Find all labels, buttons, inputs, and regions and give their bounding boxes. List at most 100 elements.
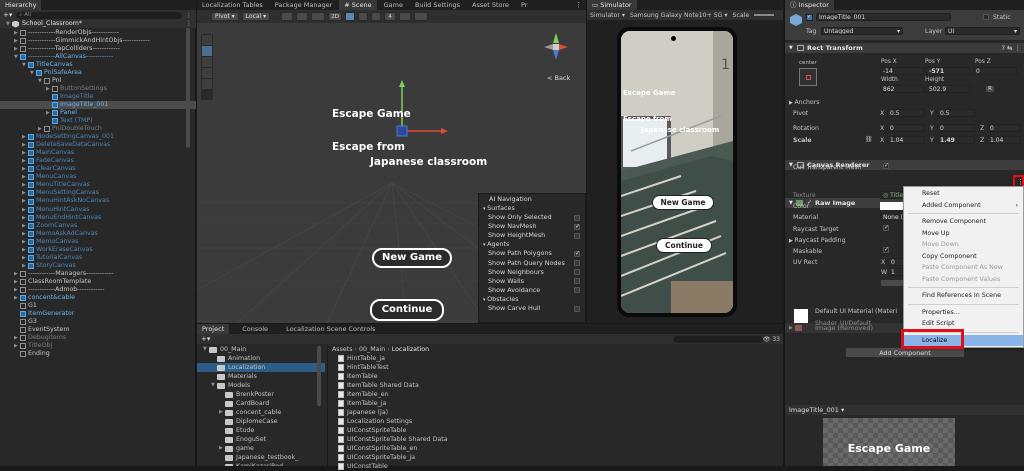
snap-increment-button[interactable] [296, 12, 309, 21]
pos-x-field[interactable]: -14 [880, 67, 924, 75]
nav-option-row[interactable]: Show Path Query Nodes [479, 259, 585, 268]
nav-option-checkbox[interactable] [574, 278, 580, 285]
file-row[interactable]: UIConstSpriteTable_ja [338, 453, 783, 462]
scene-menu-icon[interactable]: ⋮ [186, 20, 192, 28]
hierarchy-row[interactable]: ▼ Pnl [0, 77, 196, 85]
phone-screen[interactable]: 1 Escape Game Escape from Japanese class… [621, 31, 733, 313]
file-row[interactable]: ItemTable_ja [338, 399, 783, 408]
file-row[interactable]: ItemTable Shared Data [338, 381, 783, 390]
nav-option-checkbox[interactable] [574, 269, 580, 276]
object-name-field[interactable]: ImageTitle_001 [816, 13, 951, 21]
hierarchy-row[interactable]: ▼ TitleCanvas [0, 61, 196, 69]
anchor-preset-button[interactable] [799, 68, 817, 86]
back-view-label[interactable]: < Back [547, 74, 570, 82]
file-row[interactable]: HintTableTest [338, 363, 783, 372]
hierarchy-row[interactable]: ▶ ------------Managers------------ [0, 270, 196, 278]
hierarchy-row[interactable]: ▶ MenuCanvas [0, 173, 196, 181]
tab-project-2[interactable]: Localization Scene Controls [281, 324, 380, 334]
tab-project-1[interactable]: Console [237, 324, 273, 334]
raw-edit-button[interactable]: R [985, 85, 995, 93]
hierarchy-row[interactable]: ▶ PnlDoubleTouch [0, 125, 196, 133]
hierarchy-row[interactable]: ▶ DeleteSaveDataCanvas [0, 141, 196, 149]
hierarchy-row[interactable]: ▶ FadeCanvas [0, 157, 196, 165]
folder-row[interactable]: BrenkPoster [197, 390, 325, 399]
hierarchy-row[interactable]: ▶ ButtonSettings [0, 85, 196, 93]
gizmos-toggle-icon[interactable] [414, 12, 429, 21]
hierarchy-row[interactable]: ▼ PnlSafeArea [0, 69, 196, 77]
file-row[interactable]: UIConstSpriteTable_en [338, 444, 783, 453]
nav-option-checkbox[interactable] [574, 232, 580, 239]
scale-z-field[interactable]: 1.04 [987, 136, 1021, 144]
sim-continue-button[interactable]: Continue [656, 238, 712, 253]
anchors-row[interactable]: ▶ Anchors [789, 99, 819, 106]
static-checkbox[interactable] [983, 14, 989, 22]
hierarchy-row[interactable]: ▶ MemoCanvas [0, 238, 196, 246]
tab-scene-1[interactable]: Package Manager [270, 0, 338, 10]
folder-row[interactable]: Etude [197, 426, 325, 435]
menu-item-find-references-in-scene[interactable]: Find References In Scene [904, 290, 1023, 302]
file-row[interactable]: UIConstTable [338, 462, 783, 471]
menu-item-added-component[interactable]: Added Component › [904, 200, 1023, 212]
raycast-padding-row[interactable]: ▶ Raycast Padding [789, 237, 846, 244]
pos-y-field[interactable]: -571 [926, 67, 970, 75]
kebab-menu-icon[interactable]: ⋮ [1017, 178, 1024, 186]
raycast-target-checkbox[interactable]: ✓ [883, 224, 889, 233]
orientation-gizmo[interactable] [541, 30, 571, 72]
rect-transform-header[interactable]: ▼ Rect Transform ? ⇆ ⋮ [785, 43, 1024, 53]
tab-scene-4[interactable]: Build Settings [410, 0, 465, 10]
nav-option-checkbox[interactable] [574, 305, 580, 312]
file-row[interactable]: ItemTable_en [338, 390, 783, 399]
hierarchy-row[interactable]: ▶ ------------GimmickAndHintObjs---------… [0, 37, 196, 45]
local-dropdown[interactable]: Local ▾ [241, 12, 271, 21]
breadcrumb-item[interactable]: 00_Main [359, 346, 385, 353]
file-row[interactable]: HintTable_ja [338, 354, 783, 363]
tab-project-0[interactable]: Project [197, 324, 230, 334]
scene-continue-button[interactable]: Continue [370, 299, 444, 321]
hierarchy-row[interactable]: ▶ ------------RenderObjs------------ [0, 29, 196, 37]
hierarchy-row[interactable]: ▶ MenuTitleCanvas [0, 181, 196, 189]
folder-row[interactable]: Localization [197, 363, 325, 372]
hierarchy-row[interactable]: ▶ MenuHintAskNoCanvas [0, 197, 196, 205]
scale-x-field[interactable]: 1.04 [887, 136, 925, 144]
hierarchy-row[interactable]: ▼ ------------AllCanvas------------ [0, 53, 196, 61]
tab-hierarchy[interactable]: Hierarchy [0, 0, 42, 10]
hierarchy-row[interactable]: ▶ Panel [0, 109, 196, 117]
menu-item-edit-script[interactable]: Edit Script [904, 318, 1023, 330]
hierarchy-row[interactable]: ▶ Debugitems [0, 334, 196, 342]
menu-item-copy-component[interactable]: Copy Component [904, 251, 1023, 263]
hierarchy-row[interactable]: ▶ ClearCanvas [0, 165, 196, 173]
scale-y-field[interactable]: 1.49 [937, 136, 975, 144]
collapse-arrow-icon[interactable]: ▼ [789, 43, 793, 53]
nav-option-row[interactable]: Show Carve Hull [479, 304, 585, 313]
tab-scene-6[interactable]: Pr [516, 0, 532, 10]
tab-inspector[interactable]: ⓘ Inspector [785, 0, 834, 10]
collapse-arrow-icon[interactable]: ▶ [789, 323, 793, 333]
hierarchy-row[interactable]: G3 [0, 318, 196, 326]
hierarchy-row[interactable]: ImageTitle_001 [0, 100, 196, 109]
preview-header[interactable]: ImageTitle_001 ▾ [785, 405, 1024, 415]
project-search-input[interactable] [673, 335, 763, 343]
hierarchy-row[interactable]: Text (TMP) [0, 117, 196, 125]
folder-scrollbar[interactable] [317, 346, 321, 406]
pivot-y-field[interactable]: 0.5 [937, 109, 975, 117]
tab-scene-5[interactable]: Asset Store [467, 0, 514, 10]
hierarchy-row[interactable]: ▶ MainCanvas [0, 149, 196, 157]
hierarchy-row[interactable]: ImageTitle [0, 93, 196, 101]
hierarchy-row[interactable]: ▶ MenuHintCanvas [0, 206, 196, 214]
obstacles-header[interactable]: ▾ Obstacles [479, 295, 585, 304]
surfaces-header[interactable]: ▾ Surfaces [479, 204, 585, 213]
rotation-z-field[interactable]: 0 [987, 124, 1021, 132]
folder-row[interactable]: ▼ 00_Main [197, 345, 325, 354]
hierarchy-row[interactable]: ▶ TutorialCanvas [0, 254, 196, 262]
tab-scene-3[interactable]: Game [379, 0, 408, 10]
maskable-checkbox[interactable]: ✓ [883, 246, 889, 255]
hierarchy-row[interactable]: ▶ concent&cable [0, 294, 196, 302]
hierarchy-row[interactable]: ▶ StoryCanvas [0, 262, 196, 270]
nav-option-row[interactable]: Show NavMesh ✓ [479, 222, 585, 231]
width-field[interactable]: 862 [880, 85, 924, 93]
hierarchy-row[interactable]: ▶ MenuEndHintCanvas [0, 214, 196, 222]
file-row[interactable]: UIConstSpriteTable Shared Data [338, 435, 783, 444]
panel-menu-icon[interactable]: ⋮ [575, 1, 586, 9]
shading-mode-button[interactable] [311, 12, 326, 21]
cull-transparent-checkbox[interactable]: ✓ [883, 162, 889, 171]
